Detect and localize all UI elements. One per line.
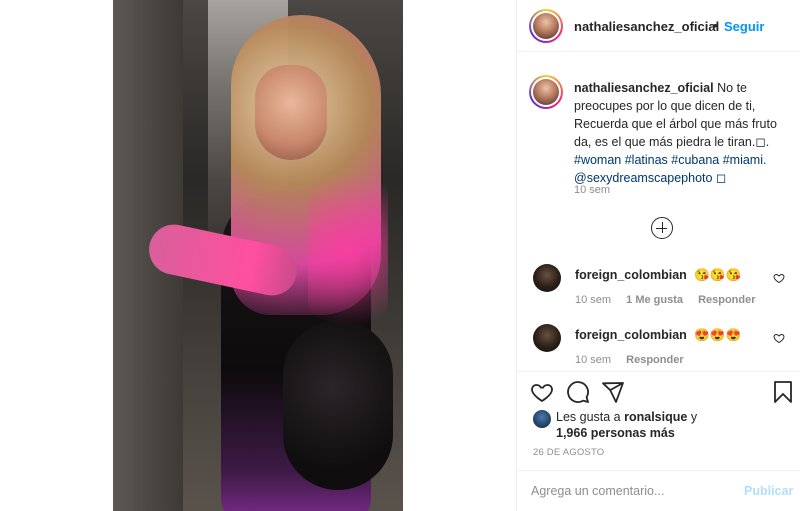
caption-mention[interactable]: @sexydreamscapephoto ◻ — [574, 171, 726, 185]
liker-avatar[interactable] — [533, 410, 551, 428]
commenter-username[interactable]: foreign_colombian — [575, 268, 687, 282]
comment-body: 😘😘😘 — [694, 268, 742, 282]
post-header: nathaliesanchez_oficial • Seguir — [517, 0, 800, 52]
heart-icon[interactable] — [773, 272, 785, 284]
add-comment-bar: Publicar — [517, 470, 800, 511]
likes-prefix: Les gusta a — [556, 410, 621, 424]
plus-circle-icon[interactable] — [651, 217, 673, 239]
caption-username[interactable]: nathaliesanchez_oficial — [574, 81, 714, 95]
comment-body: 😍😍😍 — [694, 328, 742, 342]
likes-count[interactable]: 1,966 personas más — [556, 426, 675, 440]
action-bar — [517, 371, 800, 411]
comment-text: foreign_colombian 😘😘😘 — [575, 268, 741, 283]
author-avatar[interactable] — [529, 9, 563, 43]
comment-input[interactable] — [531, 481, 731, 501]
publish-button[interactable]: Publicar — [744, 484, 793, 498]
comment-text: foreign_colombian 😍😍😍 — [575, 328, 741, 343]
bookmark-icon[interactable] — [771, 380, 795, 404]
photo-figure-face — [255, 65, 327, 160]
likes-line: Les gusta a ronalsique y — [556, 410, 697, 424]
commenter-avatar[interactable] — [533, 324, 561, 352]
header-separator: • — [713, 18, 718, 33]
post-date[interactable]: 26 DE AGOSTO — [533, 447, 604, 458]
reply-button[interactable]: Responder — [626, 354, 683, 366]
caption-time[interactable]: 10 sem — [574, 184, 610, 196]
liker-username[interactable]: ronalsique — [624, 410, 687, 424]
heart-icon[interactable] — [530, 380, 554, 404]
comment-item: foreign_colombian 😘😘😘 10 sem 1 Me gusta … — [517, 264, 800, 320]
likes-suffix: y — [690, 410, 698, 424]
follow-button[interactable]: Seguir — [724, 19, 764, 34]
caption-text: nathaliesanchez_oficial No te preocupes … — [574, 79, 788, 187]
comment-time[interactable]: 10 sem — [575, 294, 611, 306]
comment-icon[interactable] — [566, 380, 590, 404]
comment-likes[interactable]: 1 Me gusta — [626, 294, 683, 306]
reply-button[interactable]: Responder — [698, 294, 755, 306]
share-icon[interactable] — [601, 380, 625, 404]
heart-icon[interactable] — [773, 332, 785, 344]
post-media — [0, 0, 516, 511]
comment-meta: 10 sem Responder — [575, 354, 696, 366]
comment-meta: 10 sem 1 Me gusta Responder — [575, 294, 768, 306]
commenter-avatar[interactable] — [533, 264, 561, 292]
caption-avatar[interactable] — [529, 75, 563, 109]
comment-time[interactable]: 10 sem — [575, 354, 611, 366]
caption-hashtags[interactable]: #woman #latinas #cubana #miami. — [574, 153, 766, 167]
post-photo[interactable] — [113, 0, 403, 511]
commenter-username[interactable]: foreign_colombian — [575, 328, 687, 342]
author-username[interactable]: nathaliesanchez_oficial — [574, 19, 719, 34]
author-avatar-image — [533, 13, 559, 39]
photo-pink-light — [308, 150, 388, 350]
caption-avatar-image — [533, 79, 559, 105]
post-side-panel: nathaliesanchez_oficial • Seguir nathali… — [516, 0, 800, 511]
